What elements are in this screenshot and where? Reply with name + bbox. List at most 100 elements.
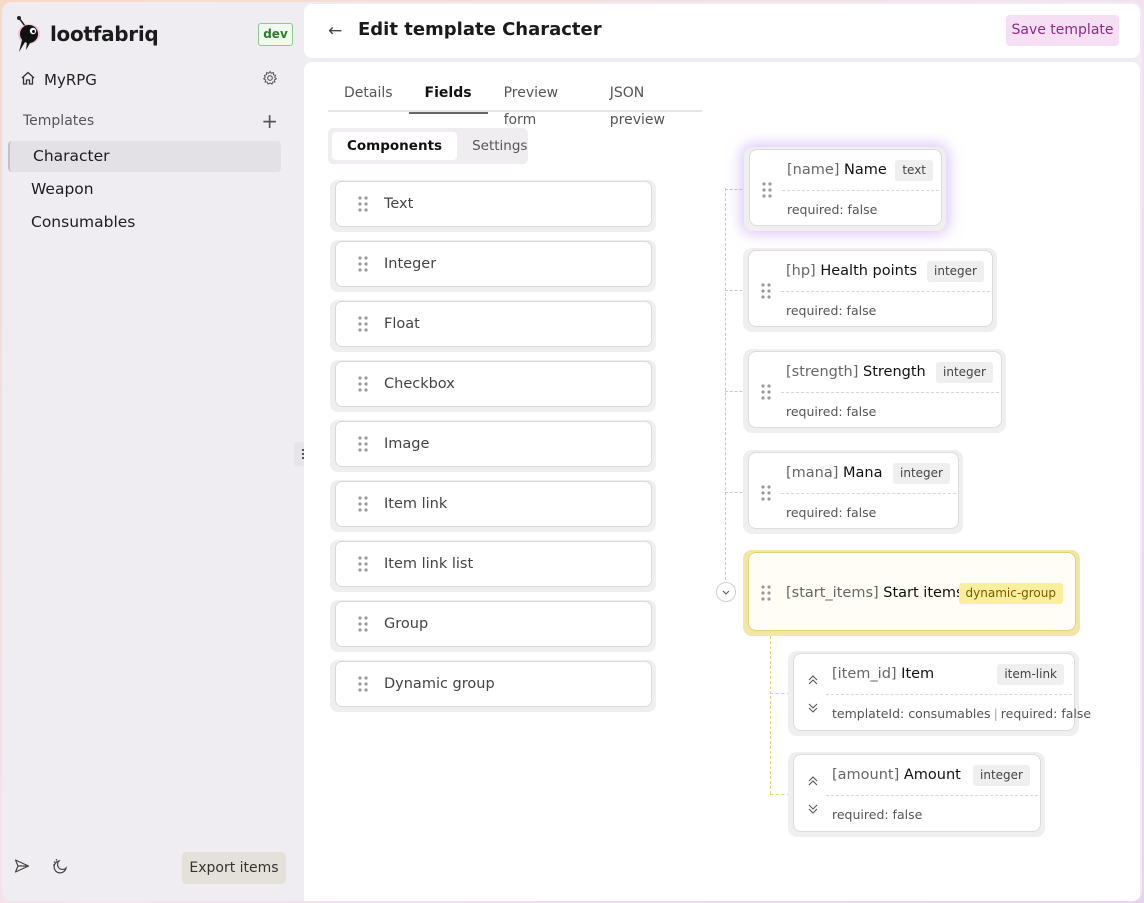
component-checkbox[interactable]: Checkbox [330, 360, 656, 412]
field-type-badge: integer [973, 765, 1030, 786]
sidebar-item-weapon[interactable]: Weapon [8, 174, 281, 205]
tree-connector [770, 794, 790, 795]
drag-handle-icon[interactable] [358, 376, 368, 396]
component-label: Integer [384, 256, 437, 272]
home-icon [20, 70, 36, 90]
component-integer[interactable]: Integer [330, 240, 656, 292]
field-title: [start_items] Start items [786, 585, 964, 601]
field-type-badge: integer [936, 362, 993, 383]
add-template-icon[interactable]: + [261, 111, 278, 131]
logo-mascot-icon [14, 14, 44, 54]
collapse-group-button[interactable] [716, 582, 736, 602]
field-meta: required: false [832, 807, 923, 822]
field-meta: required: false [786, 303, 877, 318]
field-title: [item_id] Item [832, 666, 935, 682]
drag-handle-icon[interactable] [358, 436, 368, 456]
drag-handle-icon[interactable] [358, 556, 368, 576]
send-icon[interactable] [14, 858, 30, 878]
field-card-amount[interactable]: [amount] Amount integer required: false [788, 752, 1045, 837]
field-card-item-id[interactable]: [item_id] Item item-link templateId: con… [788, 651, 1091, 736]
field-type-badge: integer [927, 261, 984, 282]
drag-handle-icon[interactable] [761, 485, 771, 505]
field-type-badge: dynamic-group [958, 583, 1063, 604]
field-type-badge: item-link [997, 664, 1064, 685]
field-card-start-items[interactable]: [start_items] Start items dynamic-group [743, 550, 1080, 636]
tab-json-preview[interactable]: JSON preview [594, 80, 702, 128]
field-title: [hp] Health points [786, 263, 918, 279]
component-image[interactable]: Image [330, 420, 656, 472]
tree-connector [770, 636, 771, 794]
drag-handle-icon[interactable] [358, 616, 368, 636]
subtab-bar: Components Settings [328, 128, 528, 164]
reorder-controls [806, 672, 820, 719]
component-label: Image [384, 436, 430, 452]
dark-mode-icon[interactable] [52, 858, 68, 878]
field-meta: required: false [787, 202, 878, 217]
component-dynamic-group[interactable]: Dynamic group [330, 660, 656, 712]
field-type-badge: integer [893, 463, 950, 484]
component-label: Item link list [384, 556, 474, 572]
field-card-hp[interactable]: [hp] Health points integer required: fal… [743, 248, 997, 332]
component-palette: Text Integer Float Checkbox Image Item l… [330, 180, 656, 720]
templates-section-label: Templates [23, 113, 95, 129]
component-label: Group [384, 616, 429, 632]
sidebar-item-character[interactable]: Character [8, 141, 281, 172]
component-item-link-list[interactable]: Item link list [330, 540, 656, 592]
component-label: Dynamic group [384, 676, 495, 692]
component-float[interactable]: Float [330, 300, 656, 352]
drag-handle-icon[interactable] [358, 316, 368, 336]
drag-handle-icon[interactable] [762, 182, 772, 202]
drag-handle-icon[interactable] [358, 196, 368, 216]
field-card-mana[interactable]: [mana] Mana integer required: false [743, 450, 963, 534]
divider [826, 795, 1038, 796]
component-item-link[interactable]: Item link [330, 480, 656, 532]
page-header: ← Edit template Character Save template [304, 4, 1140, 58]
tab-fields[interactable]: Fields [408, 80, 488, 114]
divider [781, 291, 990, 292]
field-title: [name] Name [787, 162, 887, 178]
export-items-button[interactable]: Export items [182, 852, 286, 884]
save-template-button[interactable]: Save template [1006, 15, 1119, 46]
logo[interactable]: lootfabriq [14, 14, 159, 54]
project-link[interactable]: MyRPG [20, 68, 278, 92]
field-type-badge: text [895, 160, 933, 181]
move-down-icon[interactable] [806, 701, 820, 715]
drag-handle-icon[interactable] [358, 256, 368, 276]
component-label: Text [384, 196, 414, 212]
tab-details[interactable]: Details [328, 80, 409, 112]
component-label: Float [384, 316, 420, 332]
component-label: Item link [384, 496, 448, 512]
subtab-settings[interactable]: Settings [457, 132, 542, 160]
component-label: Checkbox [384, 376, 455, 392]
subtab-components[interactable]: Components [332, 132, 458, 160]
chevron-down-icon [722, 590, 730, 595]
tree-connector [770, 693, 790, 694]
field-title: [mana] Mana [786, 465, 883, 481]
env-badge: dev [258, 23, 293, 46]
move-down-icon[interactable] [806, 802, 820, 816]
drag-handle-icon[interactable] [761, 585, 771, 605]
move-up-icon[interactable] [806, 774, 820, 788]
drag-handle-icon[interactable] [358, 496, 368, 516]
page-title: Edit template Character [358, 19, 602, 40]
divider [781, 392, 999, 393]
drag-handle-icon[interactable] [358, 676, 368, 696]
gear-icon[interactable] [262, 70, 278, 90]
drag-handle-icon[interactable] [761, 283, 771, 303]
field-meta: templateId: consumables | required: false [832, 706, 1092, 721]
sidebar-item-consumables[interactable]: Consumables [8, 207, 281, 238]
field-card-name[interactable]: [name] Name text required: false [744, 147, 946, 231]
field-meta: required: false [786, 505, 877, 520]
field-card-strength[interactable]: [strength] Strength integer required: fa… [743, 349, 1006, 433]
divider [782, 190, 939, 191]
back-arrow-icon[interactable]: ← [328, 21, 342, 41]
tab-preview-form[interactable]: Preview form [488, 80, 594, 128]
move-up-icon[interactable] [806, 673, 820, 687]
component-group[interactable]: Group [330, 600, 656, 652]
field-meta: required: false [786, 404, 877, 419]
drag-handle-icon[interactable] [761, 384, 771, 404]
tab-bar: Details Fields Preview form JSON preview [328, 80, 702, 128]
component-text[interactable]: Text [330, 180, 656, 232]
field-title: [strength] Strength [786, 364, 926, 380]
templates-section-header: Templates + [23, 110, 278, 132]
